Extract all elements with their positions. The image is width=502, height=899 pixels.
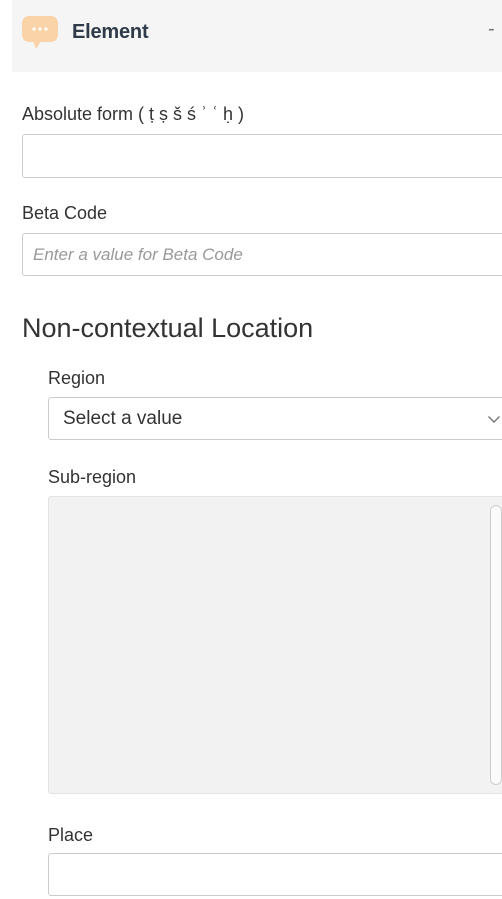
- place-label: Place: [48, 825, 94, 845]
- subregion-label: Sub-region: [48, 467, 137, 487]
- panel-title: Element: [72, 21, 149, 43]
- place-input[interactable]: [48, 853, 502, 896]
- chevron-down-icon: [488, 416, 500, 423]
- region-selected-value: Select a value: [63, 408, 183, 429]
- subregion-listbox[interactable]: [48, 496, 502, 794]
- location-section-title: Non-contextual Location: [22, 313, 314, 343]
- region-label: Region: [48, 368, 106, 388]
- beta-code-input[interactable]: [22, 233, 502, 276]
- region-select[interactable]: Select a value: [48, 397, 502, 440]
- subregion-scrollbar[interactable]: [490, 505, 502, 785]
- absolute-form-input[interactable]: [22, 134, 502, 178]
- beta-code-label: Beta Code: [22, 203, 108, 223]
- panel-header: Element -: [12, 0, 502, 72]
- absolute-form-label: Absolute form ( ṭ ṣ š ś ʾ ʿ ḥ ): [22, 104, 245, 124]
- speech-bubble-icon: [22, 16, 58, 49]
- collapse-button[interactable]: -: [488, 18, 495, 41]
- element-panel: Element - Absolute form ( ṭ ṣ š ś ʾ ʿ ḥ …: [12, 0, 502, 899]
